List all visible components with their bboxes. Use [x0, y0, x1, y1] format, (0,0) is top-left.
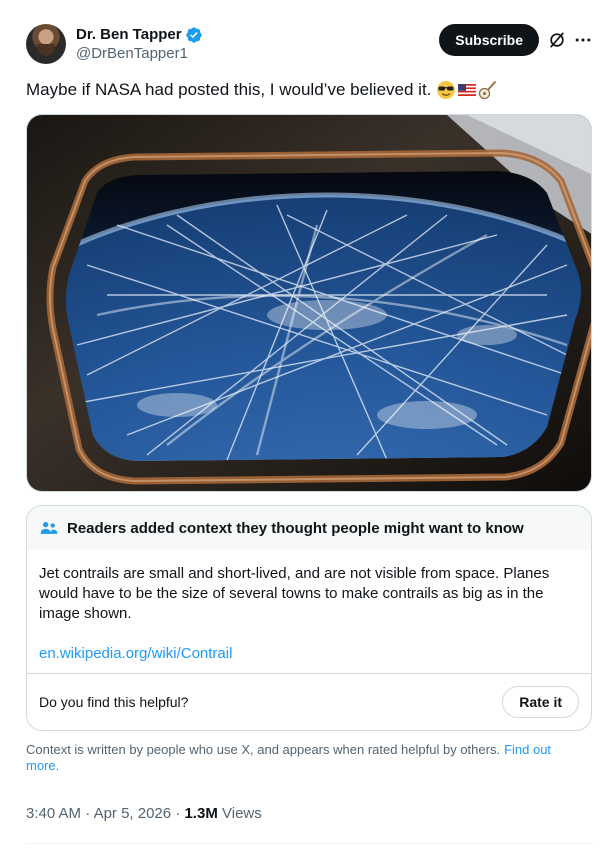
- community-note-footer: Do you find this helpful? Rate it: [27, 673, 591, 730]
- author-block[interactable]: Dr. Ben Tapper @DrBenTapper1: [76, 25, 203, 64]
- community-note: Readers added context they thought peopl…: [26, 505, 592, 731]
- sunglasses-emoji-icon: [437, 81, 456, 99]
- views-count: 1.3M: [184, 805, 218, 822]
- tweet-header: Dr. Ben Tapper @DrBenTapper1 Subscribe: [26, 24, 593, 64]
- community-note-link[interactable]: en.wikipedia.org/wiki/Contrail: [39, 644, 579, 664]
- helpful-prompt: Do you find this helpful?: [39, 694, 189, 710]
- community-note-body: Jet contrails are small and short-lived,…: [27, 550, 591, 675]
- tweet-text: Maybe if NASA had posted this, I would’v…: [26, 79, 498, 101]
- community-note-text: Jet contrails are small and short-lived,…: [39, 565, 550, 622]
- meta-separator: ·: [85, 805, 94, 822]
- us-flag-emoji-icon: [458, 84, 477, 96]
- views-label: Views: [222, 805, 262, 822]
- community-note-title: Readers added context they thought peopl…: [67, 519, 524, 537]
- tweet-time[interactable]: 3:40 AM: [26, 805, 81, 822]
- context-disclaimer: Context is written by people who use X, …: [26, 742, 586, 774]
- display-name-text[interactable]: Dr. Ben Tapper: [76, 25, 182, 44]
- grok-icon[interactable]: [547, 30, 567, 50]
- community-note-header: Readers added context they thought peopl…: [27, 506, 591, 550]
- divider: [26, 843, 593, 844]
- avatar[interactable]: [26, 24, 66, 64]
- handle[interactable]: @DrBenTapper1: [76, 44, 203, 64]
- tweet: Dr. Ben Tapper @DrBenTapper1 Subscribe M…: [0, 0, 611, 849]
- space-window-photo: [27, 115, 591, 491]
- display-name[interactable]: Dr. Ben Tapper: [76, 25, 203, 44]
- tweet-meta: 3:40 AM · Apr 5, 2026 · 1.3M Views: [26, 804, 262, 824]
- tweet-emojis: [436, 80, 498, 100]
- people-icon: [40, 522, 58, 534]
- more-icon[interactable]: [573, 30, 593, 50]
- verified-badge-icon: [185, 26, 202, 43]
- tweet-date[interactable]: Apr 5, 2026: [94, 805, 172, 822]
- context-disclaimer-text: Context is written by people who use X, …: [26, 742, 501, 757]
- tweet-photo[interactable]: [26, 114, 592, 492]
- subscribe-button[interactable]: Subscribe: [439, 24, 539, 56]
- tweet-text-body: Maybe if NASA had posted this, I would’v…: [26, 80, 432, 99]
- rate-it-button[interactable]: Rate it: [502, 686, 579, 718]
- banjo-emoji-icon: [479, 81, 497, 100]
